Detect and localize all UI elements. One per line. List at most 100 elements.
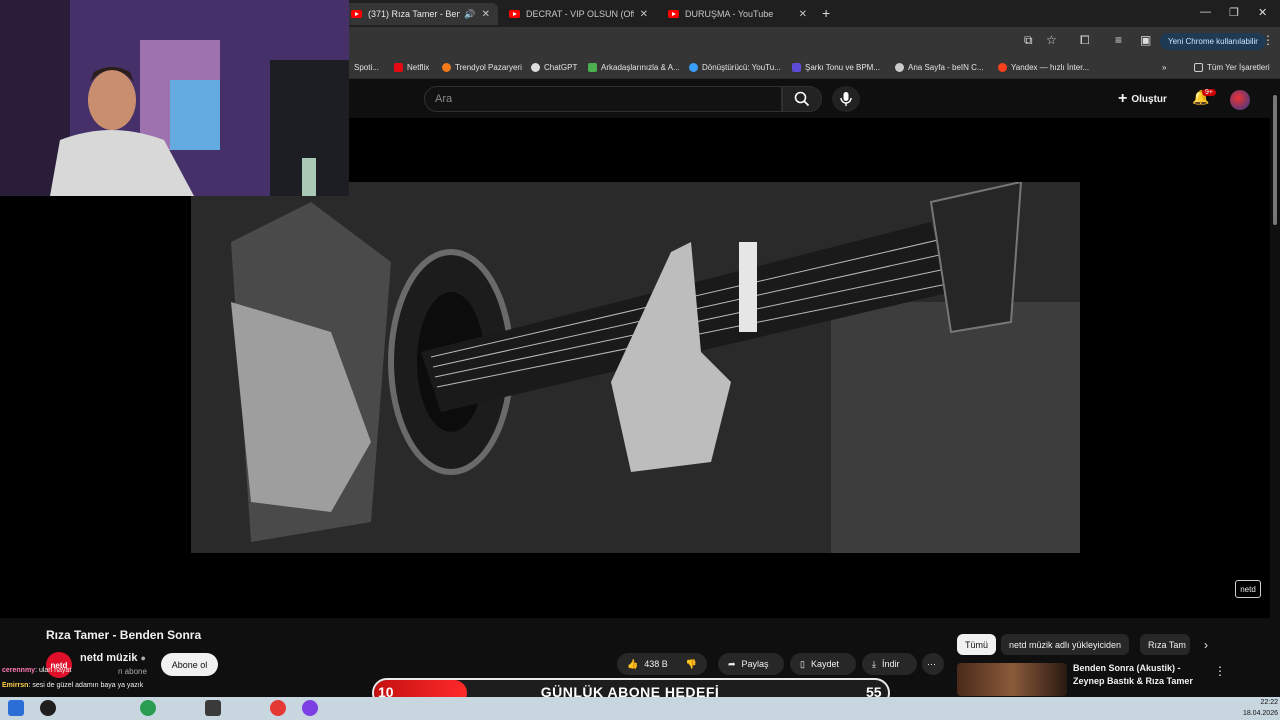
youtube-favicon-icon bbox=[668, 10, 679, 18]
account-avatar[interactable] bbox=[1230, 90, 1250, 110]
youtube-favicon-icon bbox=[509, 10, 520, 18]
clock-date: 18.04.2026 bbox=[1242, 710, 1278, 717]
bookmark-converter[interactable]: Dönüştürücü: YouTu... bbox=[689, 60, 781, 74]
channel-name[interactable]: netd müzik ● bbox=[80, 652, 146, 664]
taskbar bbox=[0, 697, 1280, 720]
bookmark-label: Netflix bbox=[407, 62, 430, 72]
tab-title: DECRAT - VIP OLSUN (Official M bbox=[526, 9, 634, 19]
media-icon[interactable]: ≡ bbox=[1115, 33, 1122, 47]
chip-artist[interactable]: Rıza Tam bbox=[1140, 634, 1190, 655]
extensions-icon[interactable]: ⧠ bbox=[1080, 33, 1090, 48]
yandex-icon bbox=[998, 62, 1007, 72]
streamer-webcam bbox=[0, 0, 349, 196]
chrome-update-pill[interactable]: Yeni Chrome kullanılabilir bbox=[1160, 33, 1266, 50]
search-placeholder: Ara bbox=[435, 93, 453, 105]
minimize-icon[interactable]: — bbox=[1200, 6, 1211, 18]
close-window-icon[interactable]: ✕ bbox=[1258, 6, 1267, 19]
search-button[interactable] bbox=[782, 86, 822, 112]
search-taskbar-icon[interactable] bbox=[40, 700, 56, 716]
share-button[interactable]: ➦ Paylaş bbox=[718, 653, 784, 675]
channel-avatar[interactable]: netd bbox=[46, 652, 72, 678]
notifications-badge: 9+ bbox=[1202, 89, 1216, 96]
clock-time: 22:22 bbox=[1260, 699, 1278, 706]
tab-decrat[interactable]: DECRAT - VIP OLSUN (Official M ✕ bbox=[501, 3, 656, 25]
chat-text: : sesi de güzel adamın baya ya yazık bbox=[28, 682, 144, 689]
bookmark-label: Dönüştürücü: YouTu... bbox=[702, 62, 781, 72]
tab-durusma[interactable]: DURUŞMA - YouTube ✕ bbox=[660, 3, 815, 25]
download-icon: ⤓ bbox=[872, 658, 876, 669]
bookmark-label: Trendyol Pazaryeri bbox=[455, 62, 522, 72]
cast-icon[interactable]: ⧉ bbox=[1024, 33, 1033, 48]
netflix-icon bbox=[394, 62, 403, 72]
bookmark-trendyol[interactable]: Trendyol Pazaryeri bbox=[442, 60, 522, 74]
app-icon[interactable] bbox=[205, 700, 221, 716]
chat-user: Emirrsn bbox=[2, 682, 29, 689]
close-tab-icon[interactable]: ✕ bbox=[640, 9, 648, 20]
voice-search-button[interactable] bbox=[832, 86, 860, 112]
bookmark-yandex[interactable]: Yandex — hızlı İnter... bbox=[998, 60, 1089, 74]
watermark-label: netd bbox=[1240, 584, 1256, 594]
tab-active[interactable]: (371) Rıza Tamer - Benden 🔊 ✕ bbox=[343, 3, 498, 25]
restore-icon[interactable]: ❐ bbox=[1229, 6, 1239, 19]
create-button[interactable]: + Oluştur bbox=[1118, 89, 1167, 109]
chip-label: Tümü bbox=[965, 639, 989, 650]
chip-label: Rıza Tam bbox=[1148, 639, 1186, 650]
bookmarks-overflow-icon[interactable]: » bbox=[1162, 60, 1166, 74]
app-icon[interactable] bbox=[140, 700, 156, 716]
share-icon: ➦ bbox=[728, 658, 736, 669]
recommendation-thumbnail[interactable] bbox=[957, 663, 1067, 696]
update-label: Yeni Chrome kullanılabilir bbox=[1168, 37, 1258, 46]
speaker-icon[interactable]: 🔊 bbox=[464, 9, 475, 20]
webcam-overlay bbox=[0, 0, 349, 196]
close-tab-icon[interactable]: ✕ bbox=[799, 9, 807, 20]
save-button[interactable]: ▯ Kaydet bbox=[790, 653, 856, 675]
video-title: Rıza Tamer - Benden Sonra bbox=[46, 628, 202, 642]
chat-text: : ulan hayat bbox=[35, 667, 72, 674]
chatgpt-icon bbox=[531, 62, 540, 72]
scrollbar-thumb[interactable] bbox=[1273, 95, 1277, 225]
download-button[interactable]: ⤓ İndir bbox=[862, 653, 917, 675]
bookmark-friends[interactable]: Arkadaşlarınızla & A... bbox=[588, 60, 680, 74]
bookmark-bein[interactable]: Ana Sayfa - beIN C... bbox=[895, 60, 984, 74]
star-icon[interactable]: ☆ bbox=[1046, 33, 1057, 47]
recommendation-menu-icon[interactable]: ⋮ bbox=[1214, 664, 1226, 678]
globe-icon bbox=[895, 62, 904, 72]
chrome-icon[interactable] bbox=[270, 700, 286, 716]
recommendation-title[interactable]: Benden Sonra (Akustik) - Zeynep Bastık &… bbox=[1073, 662, 1203, 688]
new-tab-icon[interactable]: + bbox=[822, 5, 830, 21]
like-button[interactable]: 👍 438 B 👎 bbox=[617, 653, 707, 675]
bookmark-netflix[interactable]: Netflix bbox=[394, 60, 429, 74]
system-clock[interactable]: 22:22 18.04.2026 bbox=[1232, 697, 1278, 719]
share-label: Paylaş bbox=[741, 659, 769, 669]
chat-user: cerennmy bbox=[2, 667, 36, 674]
chat-message: Emirrsn: sesi de güzel adamın baya ya ya… bbox=[2, 682, 143, 689]
chevron-right-icon[interactable]: › bbox=[1204, 638, 1208, 652]
youtube-favicon-icon bbox=[351, 10, 362, 18]
thumbs-down-icon[interactable]: 👎 bbox=[686, 659, 697, 670]
chat-message: cerennmy: ulan hayat bbox=[2, 667, 71, 674]
download-tray-icon[interactable]: ▣ bbox=[1140, 33, 1151, 47]
chip-uploader[interactable]: netd müzik adlı yükleyiciden bbox=[1001, 634, 1130, 655]
search-input[interactable]: Ara bbox=[424, 86, 782, 112]
bookmark-chatgpt[interactable]: ChatGPT bbox=[531, 60, 577, 74]
menu-dots-icon[interactable]: ⋮ bbox=[1262, 33, 1274, 47]
bookmark-label: Ana Sayfa - beIN C... bbox=[908, 62, 984, 72]
bookmark-label: Yandex — hızlı İnter... bbox=[1011, 62, 1090, 72]
chip-all[interactable]: Tümü bbox=[957, 634, 997, 655]
netd-watermark-logo: netd bbox=[1235, 580, 1261, 598]
all-bookmarks[interactable]: Tüm Yer İşaretleri bbox=[1194, 60, 1270, 74]
start-icon[interactable] bbox=[8, 700, 24, 716]
bookmark-bpm[interactable]: Şarkı Tonu ve BPM... bbox=[792, 60, 880, 74]
trendyol-icon bbox=[442, 62, 451, 72]
subscribe-button[interactable]: Abone ol bbox=[161, 653, 218, 676]
bookmark-spotify[interactable]: Spoti... bbox=[354, 60, 379, 74]
all-bookmarks-label: Tüm Yer İşaretleri bbox=[1207, 62, 1270, 72]
close-tab-icon[interactable]: ✕ bbox=[482, 9, 490, 20]
like-count: 438 B bbox=[644, 659, 668, 669]
create-label: Oluştur bbox=[1131, 93, 1167, 105]
tab-title: DURUŞMA - YouTube bbox=[685, 9, 774, 19]
obs-icon[interactable] bbox=[302, 700, 318, 716]
screen: { "browser": { "tabs": [ {"title": "(371… bbox=[0, 0, 1280, 720]
channel-name-label: netd müzik bbox=[80, 652, 138, 664]
more-actions-button[interactable]: ⋯ bbox=[922, 653, 944, 675]
